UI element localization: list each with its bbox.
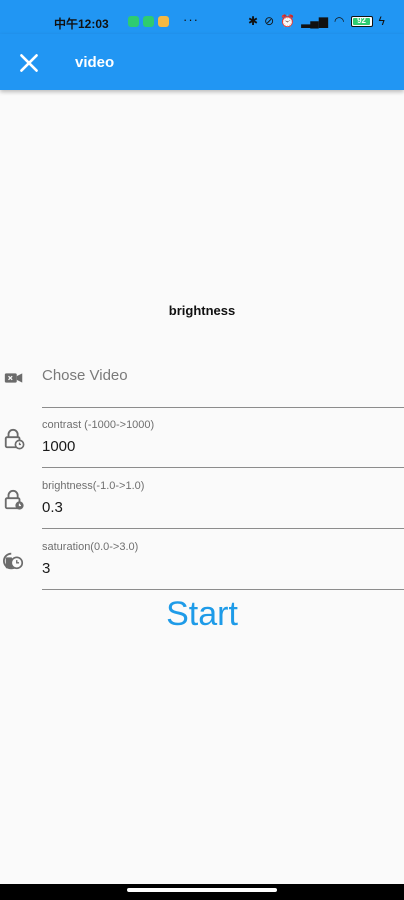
saturation-value: 3 [42,560,51,577]
saturation-field[interactable]: saturation(0.0->3.0) 3 [42,530,404,590]
app-title: video [75,54,115,71]
brightness-label: brightness(-1.0->1.0) [42,480,145,492]
close-icon [20,54,38,72]
bluetooth-icon: ✱ [248,14,259,28]
notification-icon-1 [128,16,139,27]
app-bar: video [0,34,404,90]
saturation-label: saturation(0.0->3.0) [42,541,139,553]
contrast-value: 1000 [42,438,76,455]
contrast-row: contrast (-1000->1000) 1000 [0,408,404,468]
more-notifications-icon: ··· [183,12,199,27]
contrast-label: contrast (-1000->1000) [42,419,155,431]
wifi-icon: ◠ [334,14,345,28]
home-gesture-handle[interactable] [127,888,277,892]
charging-icon: ϟ [378,14,385,28]
system-nav-bar [0,884,404,900]
saturation-row: saturation(0.0->3.0) 3 [0,530,404,590]
video-field[interactable]: Chose Video [42,355,404,408]
alarm-icon: ⏰ [280,14,296,28]
mute-icon: ⊘ [264,14,275,28]
brightness-field[interactable]: brightness(-1.0->1.0) 0.3 [42,469,404,529]
notification-icon-2 [143,16,154,27]
video-placeholder: Chose Video [42,367,128,384]
contrast-field[interactable]: contrast (-1000->1000) 1000 [42,408,404,468]
status-time: 中午12:03 [54,17,109,31]
video-picker-row[interactable]: Chose Video [0,355,404,408]
notification-icon-3 [158,16,169,27]
close-button[interactable] [16,50,42,76]
video-camera-icon [3,367,25,389]
status-bar: 中午12:03 ··· ✱ ⊘ ⏰ ▂▄▆ ◠ 92 ϟ [0,0,404,34]
system-icons: ✱ ⊘ ⏰ ▂▄▆ ◠ 92 ϟ [248,14,385,28]
lock-clock-icon [3,489,25,511]
brightness-row: brightness(-1.0->1.0) 0.3 [0,469,404,529]
history-icon [3,550,25,572]
start-button[interactable]: Start [0,595,404,634]
signal-icon: ▂▄▆ [301,14,329,28]
lock-clock-icon [3,428,25,450]
battery-icon: 92 [350,15,373,27]
preview-label: brightness [168,303,236,318]
brightness-value: 0.3 [42,499,63,516]
